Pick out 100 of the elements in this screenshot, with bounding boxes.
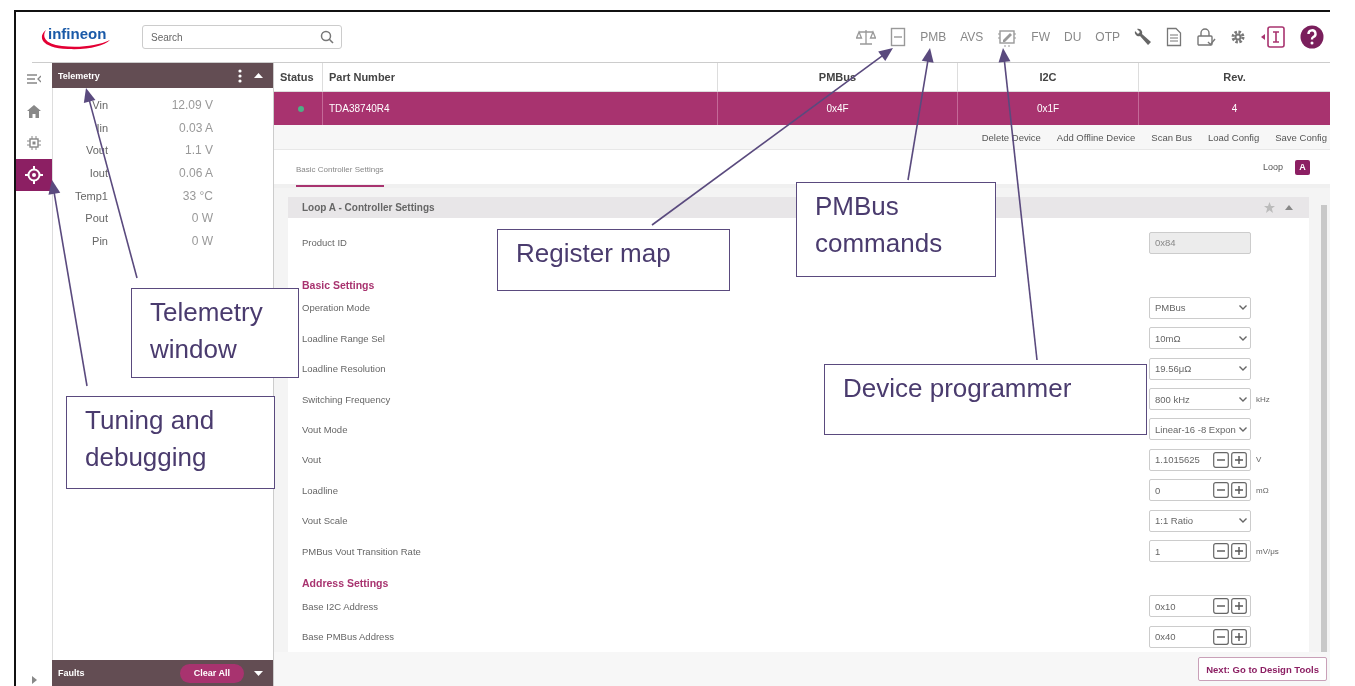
unit-label: V [1256, 455, 1262, 465]
number-field[interactable]: 0x10 [1149, 595, 1251, 618]
action-link[interactable]: Load Config [1208, 131, 1260, 143]
document-icon[interactable] [1166, 27, 1182, 47]
settings-icon[interactable] [1230, 29, 1246, 45]
chip-icon [27, 136, 41, 150]
minus-button[interactable] [1213, 628, 1229, 645]
telemetry-label: Vin [91, 99, 108, 112]
telemetry-label: Pout [84, 212, 108, 225]
telemetry-label: Pin [91, 234, 108, 247]
chevron-down-icon[interactable] [1239, 366, 1247, 372]
star-icon[interactable] [1264, 201, 1275, 213]
field-label: Base I2C Address [302, 600, 379, 612]
field-label: Vout Mode [302, 423, 348, 435]
clear-all-button[interactable]: Clear All [179, 663, 244, 683]
section-heading: Address Settings [302, 576, 389, 592]
telemetry-value: 1.1 V [183, 143, 213, 158]
unit-label: mΩ [1256, 485, 1269, 495]
telemetry-value: 0 W [190, 211, 213, 226]
wrench-icon[interactable] [1134, 28, 1152, 46]
plus-button[interactable] [1231, 598, 1247, 615]
field-label: PMBus Vout Transition Rate [302, 545, 421, 557]
field-label: Vout Scale [302, 515, 348, 527]
minus-button[interactable] [1213, 482, 1229, 499]
device-row[interactable]: TDA38740R4 0x4F 0x1F 4 [274, 92, 1330, 125]
faults-title: Faults [58, 668, 86, 678]
target-icon [25, 166, 43, 184]
callout-box: Tuning and debugging [66, 396, 275, 489]
menu-collapse-icon [27, 74, 41, 84]
section-heading: Basic Settings [302, 277, 375, 293]
dropdown[interactable]: PMBus [1149, 296, 1251, 319]
telemetry-value: 33 °C [181, 188, 213, 203]
help-icon[interactable] [1300, 25, 1324, 49]
field-label: Vout [302, 454, 322, 466]
plus-button[interactable] [1231, 482, 1247, 499]
column-header[interactable]: Status [274, 63, 322, 91]
lock-check-icon[interactable] [1196, 27, 1216, 47]
chevron-down-icon[interactable] [1239, 396, 1247, 402]
toolbar-link[interactable]: PMB [920, 30, 947, 44]
number-field[interactable]: 0x40 [1149, 625, 1251, 648]
loop-selector[interactable]: A [1295, 159, 1310, 175]
toolbar-link[interactable]: OTP [1095, 30, 1120, 44]
unit-label: kHz [1256, 394, 1270, 404]
field-label: Base PMBus Address [302, 631, 394, 643]
register-icon[interactable] [890, 27, 907, 47]
number-field[interactable]: 1 [1149, 540, 1251, 562]
toolbar-link[interactable]: DU [1064, 30, 1082, 44]
minus-button[interactable] [1213, 598, 1229, 615]
more-options-icon[interactable] [238, 68, 242, 83]
field-label: Operation Mode [302, 302, 371, 314]
telemetry-label: Iin [95, 121, 108, 134]
action-link[interactable]: Scan Bus [1151, 131, 1192, 143]
callout-box: Register map [497, 229, 730, 291]
telemetry-value: 12.09 V [170, 98, 213, 113]
chip-edit-icon[interactable] [997, 27, 1018, 47]
column-header[interactable]: I2C [957, 63, 1138, 91]
chevron-down-icon[interactable] [1239, 305, 1247, 311]
nav-rail-item[interactable] [16, 159, 52, 191]
dropdown[interactable]: 800 kHz [1149, 388, 1251, 411]
callout-box: PMBus commands [796, 182, 996, 277]
dropdown[interactable]: 10mΩ [1149, 327, 1251, 350]
dropdown-caret-icon[interactable] [254, 670, 263, 676]
panel-title: Telemetry [58, 70, 101, 81]
chevron-down-icon[interactable] [1239, 426, 1247, 432]
plus-button[interactable] [1231, 628, 1247, 645]
toolbar-link[interactable]: AVS [960, 30, 984, 44]
loop-label: Loop [1262, 162, 1283, 172]
field-label: Switching Frequency [302, 393, 391, 405]
telemetry-value: 0 W [190, 233, 213, 248]
dropdown[interactable]: 1:1 Ratio [1149, 509, 1251, 532]
collapse-caret-icon[interactable] [254, 73, 263, 78]
home-icon [27, 104, 41, 118]
chevron-down-icon[interactable] [1239, 335, 1247, 341]
minus-button[interactable] [1213, 543, 1229, 559]
column-header[interactable]: Rev. [1138, 63, 1330, 91]
toolbar-link[interactable]: FW [1031, 30, 1050, 44]
callout-box: Device programmer [824, 364, 1147, 435]
balance-scale-icon[interactable] [856, 28, 877, 46]
chevron-down-icon[interactable] [1239, 518, 1247, 524]
column-header[interactable]: Part Number [322, 63, 717, 91]
number-field[interactable]: 1.1015625 [1149, 448, 1251, 471]
dropdown[interactable]: Linear-16 -8 Expon [1149, 418, 1251, 441]
card-title: Loop A - Controller Settings [302, 201, 435, 213]
readonly-field: 0x84 [1149, 231, 1251, 254]
next-button[interactable]: Next: Go to Design Tools [1198, 657, 1327, 681]
action-link[interactable]: Add Offline Device [1056, 131, 1136, 143]
plus-button[interactable] [1231, 543, 1247, 559]
field-label: Loadline Resolution [302, 363, 386, 375]
number-field[interactable]: 0 [1149, 479, 1251, 502]
column-header[interactable]: PMBus [717, 63, 957, 91]
book-icon[interactable] [1260, 25, 1286, 49]
callout-box: Telemetry window [131, 288, 299, 378]
minus-button[interactable] [1213, 451, 1229, 468]
telemetry-label: Iout [88, 167, 108, 180]
search-field[interactable]: Search [142, 25, 342, 49]
action-link[interactable]: Save Config [1275, 131, 1327, 143]
plus-button[interactable] [1231, 451, 1247, 468]
search-icon [320, 30, 334, 44]
expand-caret-icon[interactable] [31, 676, 37, 684]
dropdown[interactable]: 19.56μΩ [1149, 357, 1251, 380]
